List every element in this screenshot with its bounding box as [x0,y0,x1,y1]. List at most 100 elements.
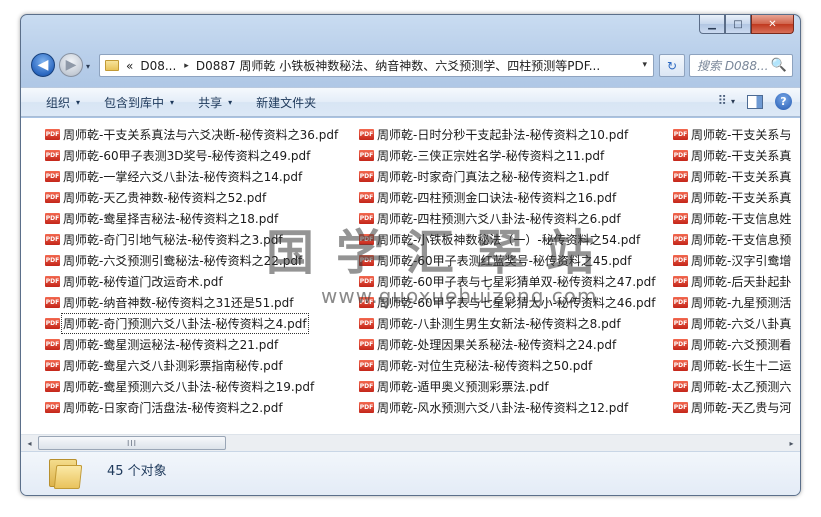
file-name: 周师乾-天乙贵与河 [691,401,792,415]
recent-pages-button[interactable]: ▾ [86,62,90,71]
share-menu[interactable]: 共享 ▾ [198,94,232,111]
forward-button[interactable]: ▶ [59,53,83,77]
pdf-file-icon: PDF [673,339,688,350]
pdf-file-icon: PDF [359,150,374,161]
address-bar[interactable]: « D08... ▸ D0887 周师乾 小铁板神数秘法、纳音神数、六爻预测学、… [99,54,654,77]
pdf-file-icon: PDF [359,402,374,413]
file-item[interactable]: PDF 周师乾-鸯星测运秘法-秘传资料之21.pdf [45,334,338,355]
file-item[interactable]: PDF 周师乾-遁甲奥义预测彩票法.pdf [359,376,655,397]
item-count: 45 个对象 [107,464,167,479]
address-dropdown-icon[interactable]: ▾ [642,60,647,70]
file-item[interactable]: PDF 周师乾-鸯星六爻八卦测彩票指南秘传.pdf [45,355,338,376]
pdf-file-icon: PDF [45,255,60,266]
address-segment-current[interactable]: D0887 周师乾 小铁板神数秘法、纳音神数、六爻预测学、四柱预测等PDF... [196,57,600,74]
pdf-file-icon: PDF [45,339,60,350]
scroll-left-button[interactable]: ◂ [21,435,38,451]
pdf-file-icon: PDF [45,192,60,203]
file-name: 周师乾-长生十二运 [691,359,792,373]
address-prefix[interactable]: « [126,59,133,73]
file-name: 周师乾-鸯星择吉秘法-秘传资料之18.pdf [63,212,279,226]
file-item[interactable]: PDF 周师乾-60甲子表测3D奖号-秘传资料之49.pdf [45,145,338,166]
file-name: 周师乾-干支信息预 [691,233,792,247]
file-item[interactable]: PDF 周师乾-干支关系与 [673,124,791,145]
file-item[interactable]: PDF 周师乾-六爻八卦真 [673,313,791,334]
pdf-file-icon: PDF [673,192,688,203]
include-in-library-menu[interactable]: 包含到库中 ▾ [104,94,174,111]
file-item[interactable]: PDF 周师乾-日家奇门活盘法-秘传资料之2.pdf [45,397,338,418]
close-button[interactable]: ✕ [751,15,794,34]
file-item[interactable]: PDF 周师乾-风水预测六爻八卦法-秘传资料之12.pdf [359,397,655,418]
file-name: 周师乾-四柱预测金口诀法-秘传资料之16.pdf [377,191,617,205]
new-folder-button[interactable]: 新建文件夹 [256,94,316,111]
file-name: 周师乾-处理因果关系秘法-秘传资料之24.pdf [377,338,617,352]
pdf-file-icon: PDF [45,171,60,182]
view-options-chevron-icon[interactable]: ▾ [731,97,735,106]
file-item[interactable]: PDF 周师乾-干支关系真 [673,145,791,166]
file-item[interactable]: PDF 周师乾-处理因果关系秘法-秘传资料之24.pdf [359,334,655,355]
file-item[interactable]: PDF 周师乾-干支关系真法与六爻决断-秘传资料之36.pdf [45,124,338,145]
refresh-button[interactable]: ↻ [659,54,685,77]
file-name: 周师乾-时家奇门真法之秘-秘传资料之1.pdf [377,170,609,184]
file-item[interactable]: PDF 周师乾-六爻预测看 [673,334,791,355]
share-label: 共享 [198,95,223,110]
file-item[interactable]: PDF 周师乾-一掌经六爻八卦法-秘传资料之14.pdf [45,166,338,187]
search-icon[interactable]: 🔍 [771,58,787,73]
include-in-library-label: 包含到库中 [104,95,165,110]
file-item[interactable]: PDF 周师乾-干支关系真 [673,187,791,208]
file-item[interactable]: PDF 周师乾-日时分秒干支起卦法-秘传资料之10.pdf [359,124,655,145]
pdf-file-icon: PDF [673,255,688,266]
file-name: 周师乾-奇门预测六爻八卦法-秘传资料之4.pdf [61,313,309,334]
file-item[interactable]: PDF 周师乾-天乙贵与河 [673,397,791,418]
organize-menu[interactable]: 组织 ▾ [46,94,80,111]
file-item[interactable]: PDF 周师乾-时家奇门真法之秘-秘传资料之1.pdf [359,166,655,187]
chevron-down-icon: ▾ [228,97,233,107]
file-item[interactable]: PDF 周师乾-八卦测生男生女新法-秘传资料之8.pdf [359,313,655,334]
file-item[interactable]: PDF 周师乾-纳音神数-秘传资料之31还是51.pdf [45,292,338,313]
file-name: 周师乾-三侠正宗姓名学-秘传资料之11.pdf [377,149,605,163]
pdf-file-icon: PDF [45,234,60,245]
address-segment-parent[interactable]: D08... [140,59,176,73]
scrollbar-grip-icon: III [126,438,138,448]
refresh-icon: ↻ [666,58,678,73]
help-icon[interactable]: ? [775,93,792,110]
horizontal-scrollbar[interactable]: ◂ III ▸ [21,434,800,451]
pdf-file-icon: PDF [673,129,688,140]
file-item[interactable]: PDF 周师乾-太乙预测六 [673,376,791,397]
maximize-button[interactable]: □ [725,15,751,34]
view-options-icon[interactable]: ⠿ [717,94,727,109]
preview-pane-icon[interactable] [747,94,763,109]
pdf-file-icon: PDF [359,360,374,371]
file-item[interactable]: PDF 周师乾-后天卦起卦 [673,271,791,292]
scrollbar-thumb[interactable]: III [38,436,226,450]
pdf-file-icon: PDF [45,150,60,161]
pdf-file-icon: PDF [359,381,374,392]
file-item[interactable]: PDF 周师乾-鸯星预测六爻八卦法-秘传资料之19.pdf [45,376,338,397]
file-item[interactable]: PDF 周师乾-干支关系真 [673,166,791,187]
forward-arrow-icon: ▶ [65,57,77,73]
file-item[interactable]: PDF 周师乾-九星预测活 [673,292,791,313]
file-item[interactable]: PDF 周师乾-汉字引鸯增 [673,250,791,271]
pdf-file-icon: PDF [45,297,60,308]
file-name: 周师乾-鸯星六爻八卦测彩票指南秘传.pdf [63,359,283,373]
breadcrumb-chevron-icon[interactable]: ▸ [184,61,189,71]
file-item[interactable]: PDF 周师乾-四柱预测金口诀法-秘传资料之16.pdf [359,187,655,208]
file-name: 周师乾-干支关系真法与六爻决断-秘传资料之36.pdf [63,128,339,142]
file-name: 周师乾-八卦测生男生女新法-秘传资料之8.pdf [377,317,621,331]
scroll-right-button[interactable]: ▸ [783,435,800,451]
file-name: 周师乾-太乙预测六 [691,380,792,394]
back-button[interactable]: ◀ [31,53,55,77]
minimize-button[interactable]: ▁ [699,15,725,34]
file-item[interactable]: PDF 周师乾-长生十二运 [673,355,791,376]
file-name: 周师乾-遁甲奥义预测彩票法.pdf [377,380,549,394]
file-name: 周师乾-九星预测活 [691,296,792,310]
file-item[interactable]: PDF 周师乾-干支信息预 [673,229,791,250]
search-input[interactable]: 搜索 D088... 🔍 [689,54,793,77]
file-name: 周师乾-后天卦起卦 [691,275,792,289]
pdf-file-icon: PDF [673,276,688,287]
folder-icon [105,60,119,71]
file-item[interactable]: PDF 周师乾-对位生克秘法-秘传资料之50.pdf [359,355,655,376]
file-item[interactable]: PDF 周师乾-天乙贵神数-秘传资料之52.pdf [45,187,338,208]
file-item[interactable]: PDF 周师乾-三侠正宗姓名学-秘传资料之11.pdf [359,145,655,166]
file-item[interactable]: PDF 周师乾-干支信息姓 [673,208,791,229]
file-item[interactable]: PDF 周师乾-奇门预测六爻八卦法-秘传资料之4.pdf [45,313,338,334]
